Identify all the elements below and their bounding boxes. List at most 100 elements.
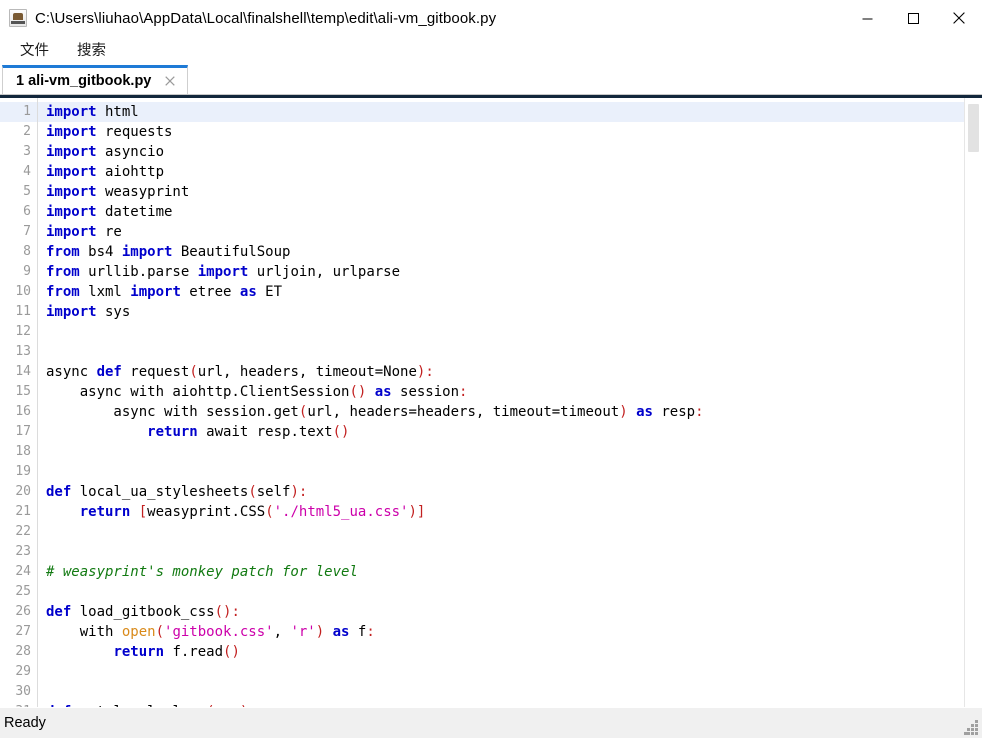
code-token-punc: (	[265, 504, 274, 520]
code-line[interactable]: return await resp.text()	[38, 422, 982, 442]
code-line[interactable]	[38, 462, 982, 482]
code-token-kw: import	[121, 244, 173, 260]
code-line[interactable]: import asyncio	[38, 142, 982, 162]
resize-grip-icon[interactable]	[964, 720, 979, 735]
code-token-kw: from	[46, 264, 80, 280]
line-number: 16	[15, 404, 31, 419]
code-token-pl: html	[96, 104, 139, 120]
code-token-kw: import	[46, 304, 97, 320]
line-number-gutter: 1 2 3 4 5 6 7 8 9 10 11 12 13 14 15 16 17 18 19 20 21 22 23 24 2…	[0, 98, 38, 707]
code-line[interactable]: import weasyprint	[38, 182, 982, 202]
code-line[interactable]: import html	[38, 102, 982, 122]
code-line[interactable]: import requests	[38, 122, 982, 142]
line-number: 31	[0, 702, 37, 707]
code-line[interactable]	[38, 342, 982, 362]
code-token-punc: (	[155, 624, 165, 640]
code-line[interactable]: import sys	[38, 302, 982, 322]
code-text-area[interactable]: import html import requests import asyncio…	[38, 98, 982, 707]
code-token-str: 'r'	[290, 624, 316, 640]
code-token-punc: ()	[332, 424, 350, 440]
line-number: 24	[15, 564, 31, 579]
code-token-punc: )	[619, 404, 628, 420]
code-token-kw: import	[46, 124, 97, 140]
code-line[interactable]: import datetime	[38, 202, 982, 222]
code-token-punc: )]	[408, 504, 426, 520]
code-token-kw: return	[113, 644, 165, 660]
code-line[interactable]: return f.read()	[38, 642, 982, 662]
menu-item-search[interactable]: 搜索	[67, 37, 116, 63]
code-line[interactable]: async with session.get(url, headers=head…	[38, 402, 982, 422]
menu-item-file[interactable]: 文件	[10, 37, 59, 63]
status-bar: Ready	[0, 707, 982, 738]
vertical-scrollbar[interactable]	[964, 98, 982, 707]
line-number: 17	[15, 424, 31, 439]
grip-dot	[971, 732, 974, 735]
code-line[interactable]	[38, 322, 982, 342]
code-token-pl: aiohttp	[96, 164, 165, 180]
vertical-scrollbar-thumb[interactable]	[968, 104, 979, 152]
code-token-pl: datetime	[96, 204, 173, 220]
code-token-kw: as	[636, 404, 653, 420]
code-token-punc: :	[459, 384, 468, 400]
code-token-pl: bs4	[79, 244, 122, 260]
code-token-punc: ):	[290, 484, 308, 500]
code-token-kw: as	[374, 384, 392, 400]
code-token-pl: with	[46, 624, 122, 640]
grip-dot	[967, 732, 970, 735]
code-line[interactable]: import aiohttp	[38, 162, 982, 182]
code-token-pl: async with aiohttp.ClientSession	[46, 384, 350, 400]
line-number: 27	[15, 624, 31, 639]
code-line[interactable]: from urllib.parse import urljoin, urlpar…	[38, 262, 982, 282]
code-token-kw: as	[332, 624, 350, 640]
line-number: 3	[23, 144, 31, 159]
code-token-kw: import	[46, 164, 97, 180]
grip-dot	[967, 728, 970, 731]
code-token-kw: import	[130, 284, 181, 300]
code-line[interactable]: with open('gitbook.css', 'r') as f:	[38, 622, 982, 642]
code-token-kw: import	[46, 104, 97, 120]
grip-dot	[975, 724, 978, 727]
tab-label: 1 ali-vm_gitbook.py	[16, 73, 152, 89]
code-line[interactable]: async def request(url, headers, timeout=…	[38, 362, 982, 382]
line-number: 6	[23, 204, 31, 219]
line-number: 30	[15, 684, 31, 699]
code-line[interactable]	[38, 542, 982, 562]
tab-close-button[interactable]	[163, 74, 177, 88]
minimize-icon	[862, 18, 872, 19]
code-token-bi: open	[121, 624, 156, 640]
minimize-button[interactable]	[844, 0, 890, 36]
code-line[interactable]: def load_gitbook_css():	[38, 602, 982, 622]
line-number: 11	[15, 304, 31, 319]
code-line[interactable]	[38, 442, 982, 462]
code-token-pl: urljoin, urlparse	[248, 264, 401, 280]
code-token-kw: import	[46, 204, 97, 220]
line-number: 23	[15, 544, 31, 559]
code-token-pl: weasyprint.CSS	[147, 504, 266, 520]
code-line[interactable]	[38, 522, 982, 542]
code-line[interactable]: def local_ua_stylesheets(self):	[38, 482, 982, 502]
code-line[interactable]: return [weasyprint.CSS('./html5_ua.css')…	[38, 502, 982, 522]
code-token-kw: import	[46, 144, 97, 160]
close-button[interactable]	[936, 0, 982, 36]
line-number: 5	[23, 184, 31, 199]
code-line[interactable]	[38, 662, 982, 682]
code-editor[interactable]: 1 2 3 4 5 6 7 8 9 10 11 12 13 14 15 16 17 18 19 20 21 22 23 24 2…	[0, 94, 982, 707]
tab-strip: 1 ali-vm_gitbook.py	[0, 64, 982, 94]
maximize-button[interactable]	[890, 0, 936, 36]
code-line[interactable]: from bs4 import BeautifulSoup	[38, 242, 982, 262]
code-line[interactable]	[38, 682, 982, 702]
code-token-punc: )	[315, 624, 325, 640]
status-text: Ready	[4, 715, 46, 731]
code-line[interactable]: async with aiohttp.ClientSession() as se…	[38, 382, 982, 402]
code-line[interactable]: from lxml import etree as ET	[38, 282, 982, 302]
code-token-kw: import	[46, 184, 97, 200]
code-token-kw: def	[46, 604, 72, 620]
code-line[interactable]	[38, 582, 982, 602]
code-line[interactable]: # weasyprint's monkey patch for level	[38, 562, 982, 582]
tab-ali-vm-gitbook-py[interactable]: 1 ali-vm_gitbook.py	[2, 65, 189, 94]
code-token-pl: etree	[180, 284, 240, 300]
code-line[interactable]: import re	[38, 222, 982, 242]
